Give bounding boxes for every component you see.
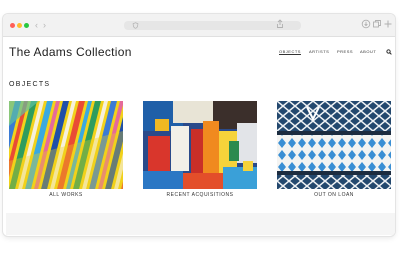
zoom-window-button[interactable] — [24, 23, 29, 28]
share-icon[interactable] — [275, 19, 285, 29]
nav-item-press[interactable]: PRESS — [337, 49, 353, 55]
nav-item-objects[interactable]: OBJECTS — [279, 49, 301, 55]
card-caption[interactable]: OUT ON LOAN — [277, 192, 391, 199]
artwork-thumbnail — [143, 101, 257, 189]
shield-icon — [132, 22, 139, 29]
minimize-window-button[interactable] — [17, 23, 22, 28]
nav-item-about[interactable]: ABOUT — [360, 49, 376, 55]
section-title: OBJECTS — [9, 81, 51, 88]
tabs-icon[interactable] — [372, 19, 382, 29]
nav-item-artists[interactable]: ARTISTS — [309, 49, 329, 55]
collection-card-all-works[interactable]: ALL WORKS — [9, 101, 123, 199]
close-window-button[interactable] — [10, 23, 15, 28]
card-caption[interactable]: RECENT ACQUISITIONS — [143, 192, 257, 199]
download-icon[interactable] — [361, 19, 371, 29]
artwork-thumbnail — [277, 101, 391, 189]
browser-toolbar: ‹ › — [3, 14, 395, 37]
collection-card-out-on-loan[interactable]: OUT ON LOAN — [277, 101, 391, 199]
card-caption[interactable]: ALL WORKS — [9, 192, 123, 199]
footer — [6, 213, 395, 235]
search-icon[interactable] — [386, 49, 392, 55]
collection-card-recent-acquisitions[interactable]: RECENT ACQUISITIONS — [143, 101, 257, 199]
site-title[interactable]: The Adams Collection — [9, 45, 132, 59]
back-icon[interactable]: ‹ — [35, 19, 38, 31]
plus-icon[interactable] — [383, 19, 393, 29]
browser-window: ‹ › The Adams Collection OBJECTS ARTISTS… — [3, 14, 395, 236]
forward-icon[interactable]: › — [43, 19, 46, 31]
artwork-thumbnail — [9, 101, 123, 189]
